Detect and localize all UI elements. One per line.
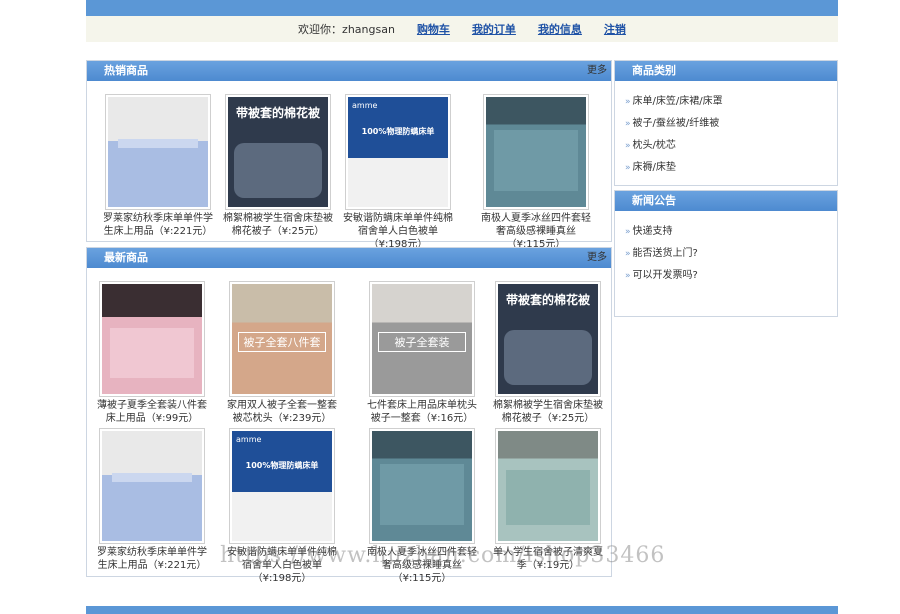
double-chevron-icon: » [625,163,631,173]
category-title: 商品类别 [632,64,676,77]
category-header: 商品类别 [615,61,837,81]
new-products-panel: 最新商品 更多 薄被子夏季全套装八件套床上用品（¥:99元） 被子全套八件套 家… [86,247,612,584]
category-item[interactable]: » 枕头/枕芯 [625,135,837,157]
product-card[interactable]: 带被套的棉花被 棉絮棉被学生宿舍床垫被棉花被子（¥:25元） [219,94,337,238]
double-chevron-icon: » [625,119,631,129]
new-more-link[interactable]: 更多 [587,248,607,268]
product-name[interactable]: 罗莱家纺秋季床单单件学生床上用品（¥:221元） [99,212,217,238]
product-image[interactable] [99,428,205,544]
product-image[interactable] [369,428,475,544]
product-name[interactable]: 罗莱家纺秋季床单单件学生床上用品（¥:221元） [93,546,211,572]
category-list: » 床单/床笠/床裙/床罩 » 被子/蚕丝被/纤维被 » 枕头/枕芯 » 床褥/床垫 [615,81,837,179]
logout-link[interactable]: 注销 [604,21,626,37]
category-item[interactable]: » 床褥/床垫 [625,157,837,179]
hot-more-link[interactable]: 更多 [587,61,607,81]
product-name[interactable]: 棉絮棉被学生宿舍床垫被棉花被子（¥:25元） [219,212,337,238]
footer-bar [86,606,838,614]
product-image[interactable] [105,94,211,210]
notice-title: 新闻公告 [632,194,676,207]
category-item[interactable]: » 床单/床笠/床裙/床罩 [625,91,837,113]
new-products-header: 最新商品 更多 [87,248,611,268]
notice-panel: 新闻公告 » 快递支持 » 能否送货上门? » 可以开发票吗? [614,190,838,317]
product-image[interactable] [495,428,601,544]
product-name[interactable]: 家用双人被子全套一整套被芯枕头（¥:239元） [223,399,341,425]
product-name[interactable]: 七件套床上用品床单枕头被子一整套（¥:16元） [363,399,481,425]
product-image[interactable]: 带被套的棉花被 [495,281,601,397]
product-name[interactable]: 薄被子夏季全套装八件套床上用品（¥:99元） [93,399,211,425]
welcome-text: 欢迎你：zhangsan [298,23,395,36]
user-bar: 欢迎你：zhangsan 购物车 我的订单 我的信息 注销 [86,16,838,42]
double-chevron-icon: » [625,249,631,259]
double-chevron-icon: » [625,227,631,237]
notice-item[interactable]: » 快递支持 [625,221,837,243]
top-nav-bar [86,0,838,16]
watermark: https://www.huzhan.com/ishop33466 [220,543,666,568]
notice-item[interactable]: » 可以开发票吗? [625,265,837,287]
product-card[interactable]: 带被套的棉花被 棉絮棉被学生宿舍床垫被棉花被子（¥:25元） [489,281,607,425]
new-products-title: 最新商品 [104,251,148,264]
product-card[interactable]: 薄被子夏季全套装八件套床上用品（¥:99元） [93,281,211,425]
product-image[interactable]: amme 100%物理防螨床单 [229,428,335,544]
double-chevron-icon: » [625,97,631,107]
hot-products-title: 热销商品 [104,64,148,77]
notice-item[interactable]: » 能否送货上门? [625,243,837,265]
product-card[interactable]: 被子全套装 七件套床上用品床单枕头被子一整套（¥:16元） [363,281,481,425]
category-panel: 商品类别 » 床单/床笠/床裙/床罩 » 被子/蚕丝被/纤维被 » 枕头/枕芯 » 床褥… [614,60,838,186]
notice-list: » 快递支持 » 能否送货上门? » 可以开发票吗? [615,211,837,287]
hot-products-panel: 热销商品 更多 罗莱家纺秋季床单单件学生床上用品（¥:221元） 带被套的棉花被… [86,60,612,250]
double-chevron-icon: » [625,271,631,281]
product-image[interactable]: 被子全套装 [369,281,475,397]
product-name[interactable]: 棉絮棉被学生宿舍床垫被棉花被子（¥:25元） [489,399,607,425]
product-card[interactable]: 被子全套八件套 家用双人被子全套一整套被芯枕头（¥:239元） [223,281,341,425]
hot-products-header: 热销商品 更多 [87,61,611,81]
product-name[interactable]: 安敏谐防螨床单单件纯棉宿舍单人白色被单（¥:198元） [339,212,457,251]
product-card[interactable]: 罗莱家纺秋季床单单件学生床上用品（¥:221元） [93,428,211,572]
product-image[interactable]: 被子全套八件套 [229,281,335,397]
cart-link[interactable]: 购物车 [417,21,450,37]
product-card[interactable]: amme 100%物理防螨床单 安敏谐防螨床单单件纯棉宿舍单人白色被单（¥:198… [339,94,457,251]
product-image[interactable] [483,94,589,210]
my-orders-link[interactable]: 我的订单 [472,21,516,37]
product-image[interactable]: amme 100%物理防螨床单 [345,94,451,210]
product-card[interactable]: 南极人夏季冰丝四件套轻奢高级感裸睡真丝（¥:115元） [477,94,595,251]
product-name[interactable]: 南极人夏季冰丝四件套轻奢高级感裸睡真丝（¥:115元） [477,212,595,251]
my-info-link[interactable]: 我的信息 [538,21,582,37]
category-item[interactable]: » 被子/蚕丝被/纤维被 [625,113,837,135]
double-chevron-icon: » [625,141,631,151]
product-image[interactable] [99,281,205,397]
product-card[interactable]: 罗莱家纺秋季床单单件学生床上用品（¥:221元） [99,94,217,238]
notice-header: 新闻公告 [615,191,837,211]
product-image[interactable]: 带被套的棉花被 [225,94,331,210]
